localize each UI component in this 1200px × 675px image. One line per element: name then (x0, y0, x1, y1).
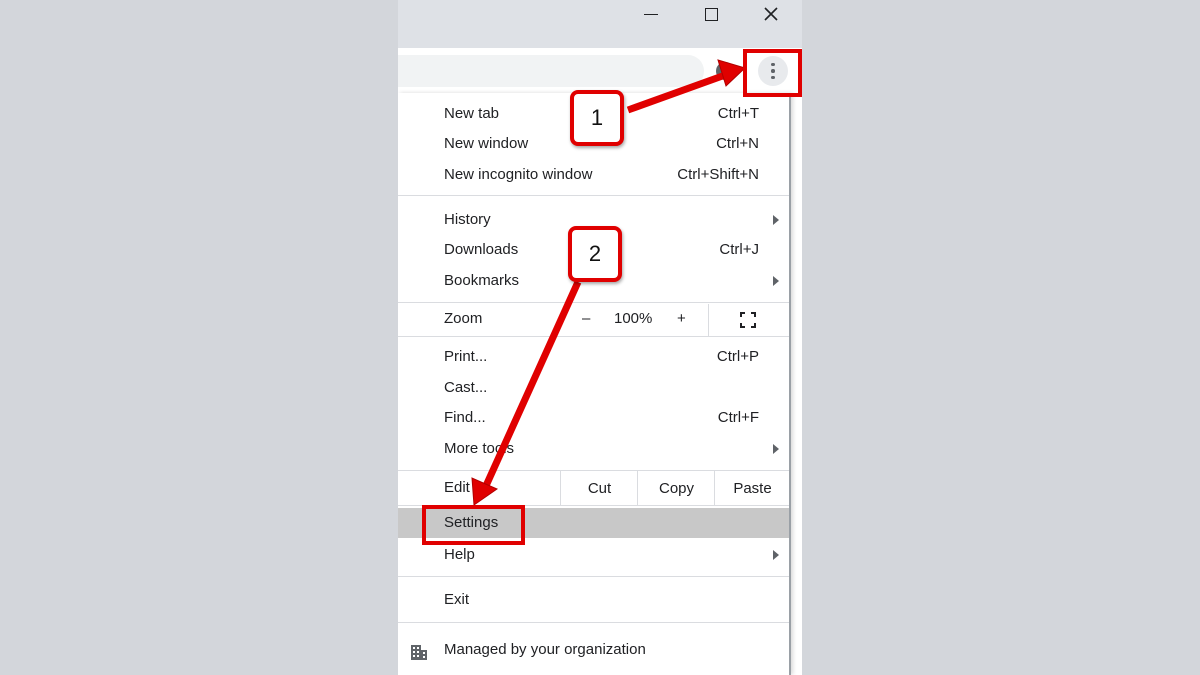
submenu-arrow-icon (773, 550, 779, 560)
zoom-divider (708, 304, 709, 336)
menu-separator (398, 576, 789, 577)
paste-button[interactable]: Paste (714, 471, 790, 505)
highlight-menu-button (743, 49, 802, 97)
menu-item-label: Help (444, 546, 475, 563)
menu-item-label: Bookmarks (444, 272, 520, 289)
fullscreen-icon[interactable] (740, 312, 756, 328)
menu-item-label: More tools (444, 440, 515, 457)
chrome-menu: New tab Ctrl+T New window Ctrl+N New inc… (398, 93, 791, 675)
menu-item-label: History (444, 211, 491, 228)
zoom-level: 100% (614, 310, 653, 327)
menu-item-label: Print... (444, 348, 488, 365)
menu-item-shortcut: Ctrl+T (717, 105, 759, 122)
profile-button[interactable] (714, 60, 736, 82)
menu-item-shortcut: Ctrl+P (716, 348, 759, 365)
step-2-label: 2 (588, 241, 602, 266)
close-button[interactable] (744, 0, 798, 28)
profile-icon (716, 62, 734, 80)
managed-label: Managed by your organization (444, 641, 646, 658)
copy-button[interactable]: Copy (637, 471, 715, 505)
submenu-arrow-icon (773, 444, 779, 454)
menu-item-more-tools[interactable]: More tools (398, 434, 789, 464)
address-bar[interactable] (398, 55, 704, 87)
menu-edit-row: Edit Cut Copy Paste (398, 471, 789, 505)
menu-item-shortcut: Ctrl+Shift+N (677, 166, 759, 183)
menu-zoom-row: Zoom – 100% + (398, 304, 789, 336)
building-icon (411, 645, 427, 660)
managed-by-organization[interactable]: Managed by your organization (398, 633, 789, 669)
cut-button[interactable]: Cut (560, 471, 638, 505)
close-icon (764, 7, 778, 21)
highlight-settings (422, 505, 525, 545)
zoom-in-button[interactable]: + (677, 310, 686, 327)
menu-separator (398, 336, 789, 337)
minimize-icon (644, 13, 658, 15)
menu-item-label: Cast... (444, 379, 488, 396)
maximize-icon (704, 7, 718, 21)
minimize-button[interactable] (624, 0, 678, 28)
menu-item-label: New incognito window (444, 166, 593, 183)
title-bar (398, 0, 802, 48)
menu-item-exit[interactable]: Exit (398, 585, 789, 615)
menu-separator (398, 195, 789, 196)
menu-item-label: New window (444, 135, 529, 152)
menu-item-shortcut: Ctrl+J (719, 241, 759, 258)
menu-item-shortcut: Ctrl+F (717, 409, 759, 426)
submenu-arrow-icon (773, 276, 779, 286)
edit-label: Edit (444, 479, 470, 496)
zoom-out-button[interactable]: – (582, 310, 590, 327)
menu-item-print[interactable]: Print... Ctrl+P (398, 342, 789, 372)
menu-item-label: Find... (444, 409, 486, 426)
menu-item-shortcut: Ctrl+N (716, 135, 759, 152)
menu-item-cast[interactable]: Cast... (398, 373, 789, 403)
menu-item-new-incognito-window[interactable]: New incognito window Ctrl+Shift+N (398, 160, 789, 190)
maximize-button[interactable] (684, 0, 738, 28)
menu-item-label: New tab (444, 105, 500, 122)
menu-item-label: Exit (444, 591, 470, 608)
menu-item-find[interactable]: Find... Ctrl+F (398, 403, 789, 433)
zoom-label: Zoom (444, 310, 483, 327)
step-2-callout: 2 (568, 226, 622, 282)
menu-item-label: Downloads (444, 241, 519, 258)
step-1-callout: 1 (570, 90, 624, 146)
menu-separator (398, 302, 789, 303)
submenu-arrow-icon (773, 215, 779, 225)
browser-toolbar (398, 48, 802, 94)
menu-separator (398, 622, 789, 623)
step-1-label: 1 (590, 105, 604, 130)
